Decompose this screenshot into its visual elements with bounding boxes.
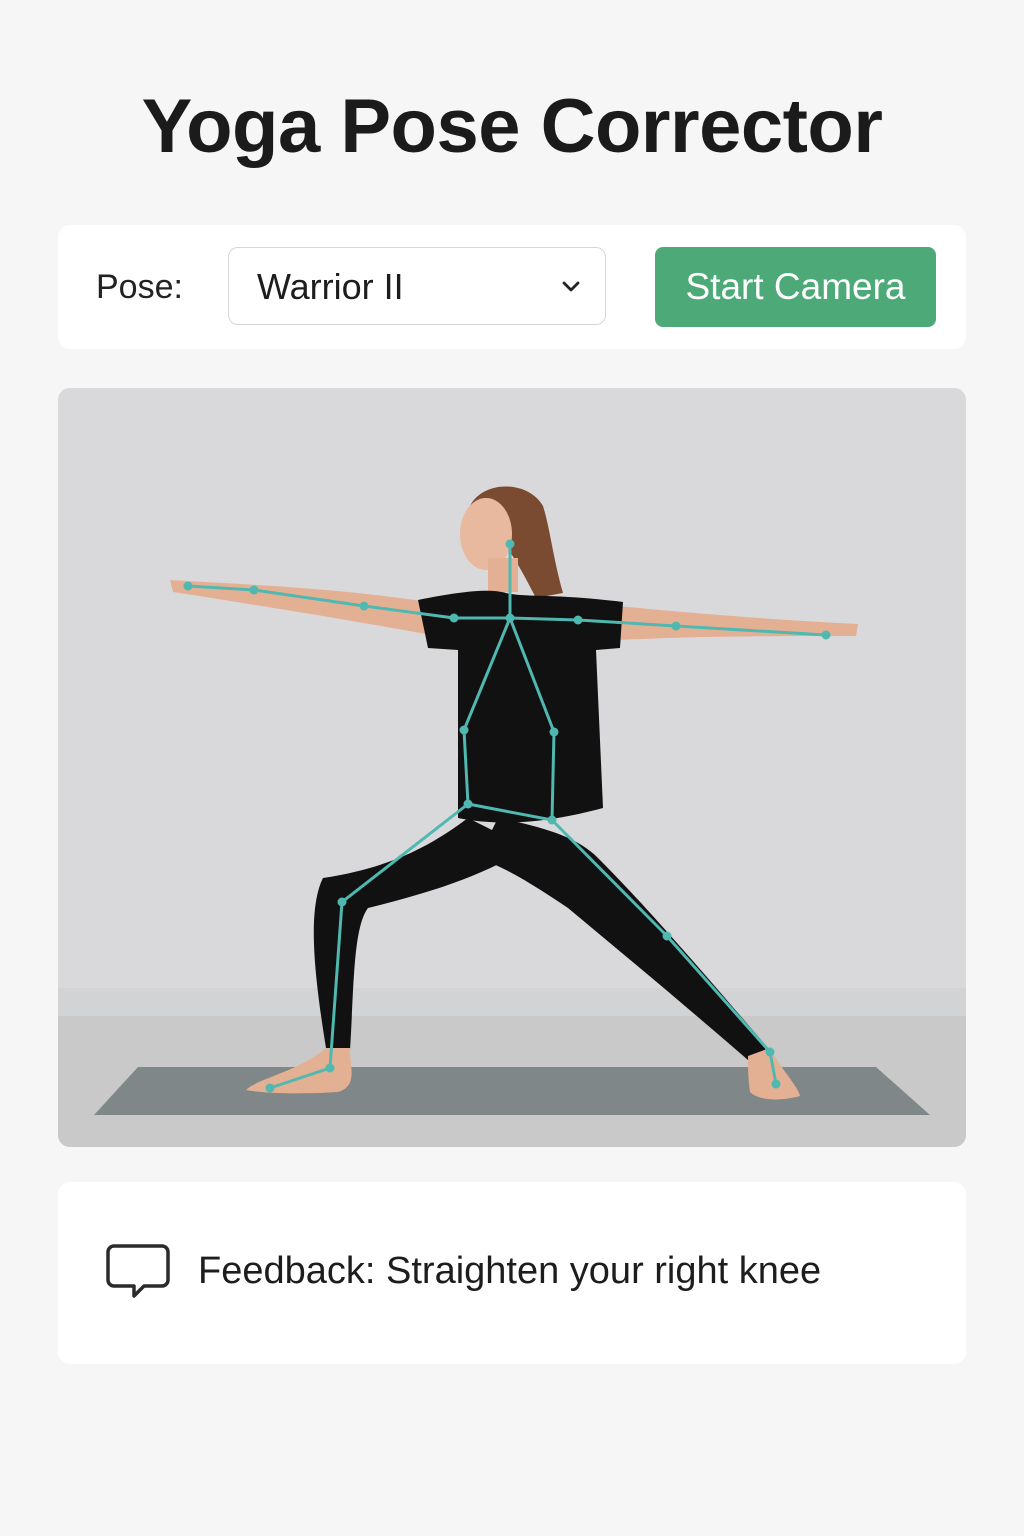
feedback-label: Feedback: (198, 1250, 376, 1292)
skeleton-joint (337, 897, 347, 907)
skeleton-joint (821, 630, 831, 640)
skeleton-joint (183, 581, 193, 591)
skeleton-joint (771, 1079, 781, 1089)
start-camera-button[interactable]: Start Camera (655, 247, 936, 327)
skeleton-joint (505, 539, 515, 549)
skeleton-joint (459, 725, 469, 735)
skeleton-joint (505, 613, 515, 623)
skeleton-joint (325, 1063, 335, 1073)
skeleton-joint (249, 585, 259, 595)
yoga-mat (94, 1067, 930, 1115)
feedback-panel: Feedback: Straighten your right knee (58, 1182, 966, 1364)
skeleton-joint (662, 931, 672, 941)
skeleton-joint (547, 815, 557, 825)
page-title: Yoga Pose Corrector (141, 84, 883, 169)
skeleton-joint (449, 613, 459, 623)
skeleton-joint (265, 1083, 275, 1093)
skeleton-joint (671, 621, 681, 631)
camera-view (58, 388, 966, 1147)
controls-panel: Pose: Warrior II Start Camera (58, 225, 966, 349)
camera-feed-image (58, 388, 966, 1147)
pose-select-value: Warrior II (257, 266, 404, 307)
feedback-message: Feedback: Straighten your right knee (198, 1249, 821, 1293)
skeleton-joint (765, 1047, 775, 1057)
pose-label: Pose: (96, 268, 183, 306)
feedback-value: Straighten your right knee (386, 1250, 822, 1292)
speech-bubble-icon (106, 1244, 170, 1298)
skeleton-joint (463, 799, 473, 809)
skeleton-joint (549, 727, 559, 737)
chevron-down-icon (562, 281, 580, 292)
skeleton-bone (508, 616, 580, 622)
skeleton-joint (359, 601, 369, 611)
skeleton-bone (550, 730, 556, 822)
skeleton-joint (573, 615, 583, 625)
pose-select[interactable]: Warrior II (228, 247, 606, 325)
